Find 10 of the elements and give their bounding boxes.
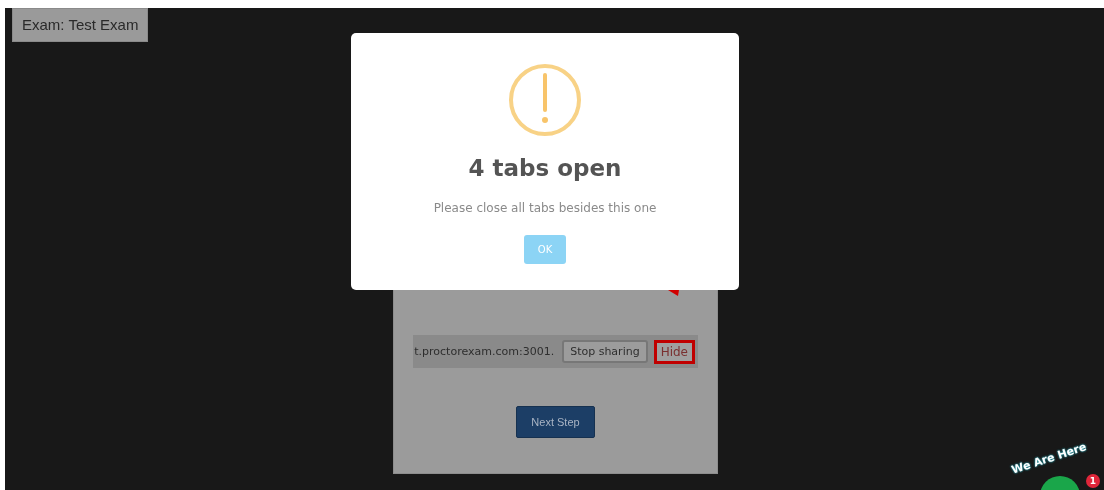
- warning-icon: [508, 63, 582, 137]
- dialog-message: Please close all tabs besides this one: [433, 201, 657, 215]
- hide-button[interactable]: Hide: [653, 339, 695, 364]
- next-step-button[interactable]: Next Step: [516, 406, 595, 438]
- widget-caption: We Are Here: [1009, 440, 1088, 477]
- share-bar-text: t.proctorexam.com:3001.: [414, 345, 555, 358]
- exam-label: Exam: Test Exam: [12, 8, 149, 42]
- dialog-title: 4 tabs open: [468, 155, 622, 181]
- notification-count-badge: 1: [1086, 474, 1100, 488]
- stop-sharing-button[interactable]: Stop sharing: [562, 340, 648, 363]
